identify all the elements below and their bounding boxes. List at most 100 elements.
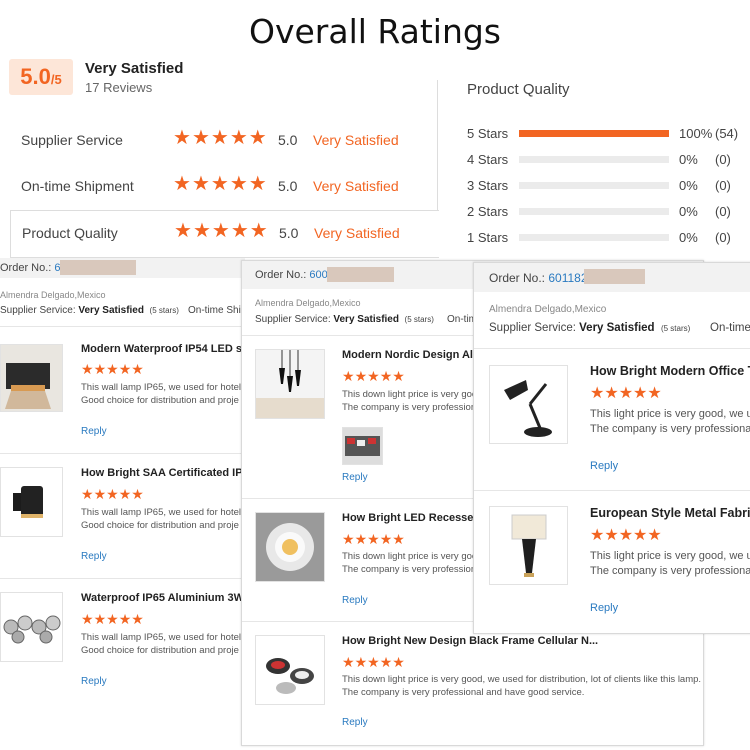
svc-value: Very Satisfied (78, 305, 144, 316)
review-text: This down light price is very goo The com… (342, 550, 481, 576)
svc-stars: (5 stars) (660, 324, 691, 333)
star-icon: ★ (604, 385, 619, 402)
star-level-label: 4 Stars (467, 152, 509, 167)
review-line: This wall lamp IP65, we used for hotel (81, 382, 241, 393)
star-icon: ★ (367, 531, 380, 547)
reply-link[interactable]: Reply (81, 676, 107, 687)
star-icon: ★ (192, 220, 211, 242)
product-title[interactable]: How Bright LED Recessed D (342, 512, 491, 524)
product-thumbnail[interactable] (0, 344, 63, 412)
star-icon: ★ (633, 527, 648, 544)
product-thumbnail[interactable] (255, 349, 325, 419)
score-value: 5.0 (20, 64, 51, 89)
star-icon: ★ (210, 173, 229, 195)
wall-lamp-icon (1, 468, 62, 536)
percent-label: 0% (679, 178, 698, 193)
review-stars: ★ ★ ★ ★ ★ (590, 528, 662, 544)
supplier-service-rating: Supplier Service: Very Satisfied (5 star… (255, 314, 434, 325)
spotlight-icon (1, 593, 62, 661)
reply-link[interactable]: Reply (342, 717, 368, 728)
count-label: (0) (715, 178, 731, 193)
star-icon: ★ (229, 173, 248, 195)
buyer-location: Almendra Delgado,Mexico (489, 304, 607, 315)
product-title[interactable]: Waterproof IP65 Aluminium 3W C (81, 592, 245, 604)
downlight-icon (256, 513, 324, 581)
svc-stars: (5 stars) (404, 315, 434, 324)
review-line: Good choice for distribution and proje (81, 520, 239, 531)
star-level-label: 2 Stars (467, 204, 509, 219)
redacted-mask (584, 269, 645, 284)
product-thumbnail[interactable] (0, 592, 63, 662)
star-icon: ★ (618, 385, 634, 402)
star-icon: ★ (173, 127, 191, 149)
rating-label: Supplier Service (21, 132, 123, 148)
reply-link[interactable]: Reply (81, 426, 107, 437)
divider (0, 326, 245, 327)
product-thumbnail[interactable] (489, 506, 568, 585)
star-icon: ★ (379, 654, 393, 670)
star-icon: ★ (81, 486, 94, 502)
wall-lamp-icon (1, 345, 62, 411)
star-icon: ★ (618, 527, 634, 544)
review-line: This down light price is very good, we u… (342, 674, 702, 685)
review-stars: ★ ★ ★ ★ ★ (81, 362, 144, 376)
product-thumbnail[interactable] (255, 635, 325, 705)
reply-link[interactable]: Reply (590, 602, 618, 614)
rating-value: 5.0 (279, 225, 299, 241)
review-stars: ★ ★ ★ ★ ★ (342, 532, 405, 546)
supplier-service-rating: Supplier Service: Very Satisfied (5 star… (0, 305, 179, 316)
star-icon: ★ (131, 486, 144, 502)
reply-link[interactable]: Reply (342, 595, 368, 606)
redacted-mask (60, 260, 136, 275)
review-stars: ★ ★ ★ ★ ★ (81, 487, 144, 501)
star-icon: ★ (93, 611, 107, 627)
reply-link[interactable]: Reply (81, 551, 107, 562)
review-photo[interactable] (342, 427, 383, 465)
order-header: Order No.: 6011829 (474, 263, 750, 292)
star-icon: ★ (392, 531, 405, 547)
star-level-label: 3 Stars (467, 178, 509, 193)
star-icon: ★ (379, 531, 393, 547)
product-title[interactable]: How Bright Modern Office Tab (590, 364, 750, 378)
product-title[interactable]: How Bright SAA Certificated IP65 (81, 467, 245, 479)
product-title[interactable]: Modern Waterproof IP54 LED ste (81, 343, 245, 355)
rating-value: 5.0 (278, 132, 298, 148)
star-icon: ★ (367, 368, 380, 384)
review-line: This down light price is very goo (342, 389, 478, 400)
on-time-label: On-time (710, 322, 750, 334)
reply-link[interactable]: Reply (342, 472, 368, 483)
review-text: This down light price is very goo The com… (342, 388, 481, 414)
star-distribution-row: 3 Stars 0% (0) (467, 175, 747, 195)
star-icon: ★ (647, 385, 662, 402)
star-icon: ★ (81, 611, 94, 627)
star-icon: ★ (118, 486, 132, 502)
order-label: Order No.: (489, 271, 546, 285)
table-lamp-icon (490, 507, 567, 584)
product-title[interactable]: European Style Metal Fabric E (590, 506, 750, 520)
star-icon: ★ (210, 127, 229, 149)
star-icon: ★ (354, 654, 368, 670)
star-icon: ★ (379, 368, 393, 384)
star-icon: ★ (342, 654, 355, 670)
product-title[interactable]: Modern Nordic Design Alum (342, 349, 490, 361)
photo-icon (343, 428, 382, 464)
redacted-mask (327, 267, 394, 282)
star-distribution-row: 5 Stars 100% (54) (467, 123, 747, 143)
product-thumbnail[interactable] (255, 512, 325, 582)
star-icon: ★ (647, 527, 662, 544)
distribution-bar (519, 130, 669, 137)
reply-link[interactable]: Reply (590, 460, 618, 472)
product-thumbnail[interactable] (489, 365, 568, 444)
review-stars: ★ ★ ★ ★ ★ (342, 655, 405, 669)
distribution-bar (519, 208, 669, 215)
review-stars: ★ ★ ★ ★ ★ (590, 386, 662, 402)
review-text: This light price is very good, we us The … (590, 549, 750, 579)
distribution-bar-fill (519, 130, 669, 137)
star-icon: ★ (191, 173, 210, 195)
rating-supplier-service: Supplier Service ★ ★ ★ ★ ★ 5.0 Very Satisfie… (10, 118, 438, 162)
svc-label: Supplier Service: (0, 305, 76, 316)
star-icon: ★ (93, 361, 107, 377)
product-thumbnail[interactable] (0, 467, 63, 537)
product-title[interactable]: How Bright New Design Black Frame Cellul… (342, 635, 598, 647)
percent-label: 0% (679, 230, 698, 245)
